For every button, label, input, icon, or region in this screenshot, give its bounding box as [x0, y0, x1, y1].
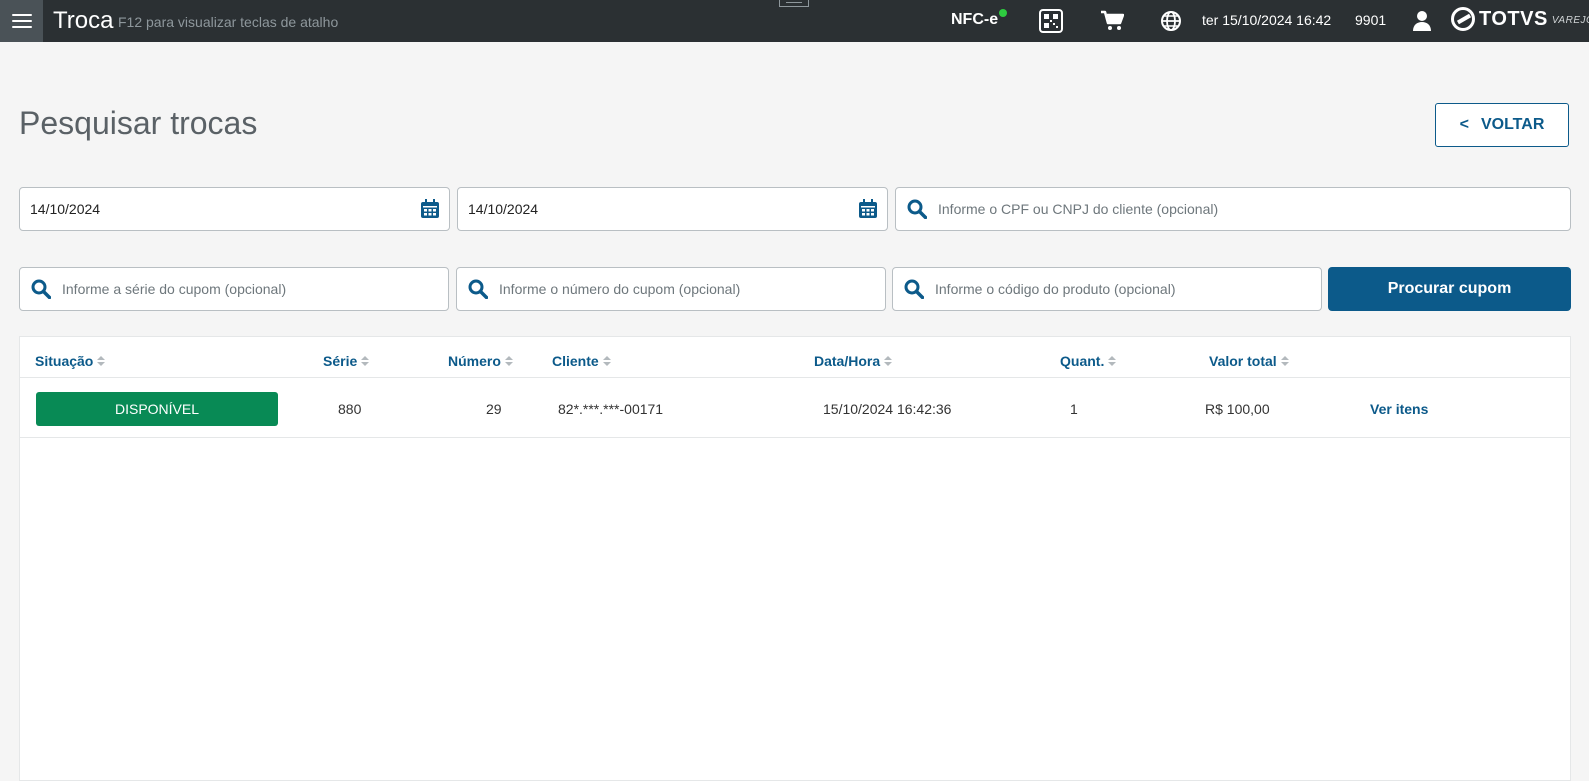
current-datetime: ter 15/10/2024 16:42 [1202, 12, 1332, 28]
date-start-field[interactable]: 14/10/2024 [19, 187, 450, 231]
search-coupon-button[interactable]: Procurar cupom [1328, 267, 1571, 311]
sort-icon [602, 356, 611, 366]
user-button[interactable] [1410, 9, 1434, 33]
back-button-label: VOLTAR [1480, 116, 1545, 133]
menu-button[interactable] [0, 0, 43, 42]
date-start-value: 14/10/2024 [30, 201, 101, 217]
brand-sub: VAREJO [1551, 14, 1589, 26]
cart-icon [1101, 10, 1124, 30]
sort-icon [1280, 356, 1289, 366]
column-header-situacao[interactable]: Situação [35, 353, 106, 369]
column-header-data-hora[interactable]: Data/Hora [814, 353, 893, 369]
column-header-label: Cliente [552, 353, 599, 369]
produto-placeholder: Informe o código do produto (opcional) [935, 281, 1176, 297]
cell-data-hora: 15/10/2024 16:42:36 [823, 401, 952, 417]
produto-input[interactable]: Informe o código do produto (opcional) [892, 267, 1322, 311]
serie-placeholder: Informe a série do cupom (opcional) [62, 281, 287, 297]
page-title: Pesquisar trocas [19, 105, 258, 141]
column-header-numero[interactable]: Número [448, 353, 513, 369]
search-icon [30, 278, 52, 300]
serie-input[interactable]: Informe a série do cupom (opcional) [19, 267, 449, 311]
date-end-field[interactable]: 14/10/2024 [457, 187, 888, 231]
cpf-cnpj-input[interactable]: Informe o CPF ou CNPJ do cliente (opcion… [895, 187, 1571, 231]
calendar-icon[interactable] [419, 198, 441, 220]
user-icon [1413, 11, 1431, 31]
calendar-icon[interactable] [857, 198, 879, 220]
globe-button[interactable] [1159, 9, 1183, 33]
nfce-label: NFC-e [951, 11, 999, 28]
date-end-value: 14/10/2024 [468, 201, 539, 217]
sort-icon [1108, 356, 1117, 366]
search-icon [906, 198, 928, 220]
search-icon [467, 278, 489, 300]
table-row: DISPONÍVEL 880 29 82*.***.***-00171 15/1… [20, 378, 1570, 438]
column-header-label: Data/Hora [814, 353, 881, 369]
sort-icon [97, 356, 106, 366]
totvs-logo-icon [1451, 7, 1475, 31]
column-header-label: Série [323, 353, 358, 369]
cell-numero: 29 [486, 401, 502, 417]
app-title: Troca [53, 7, 114, 34]
numero-placeholder: Informe o número do cupom (opcional) [499, 281, 741, 297]
cell-serie: 880 [338, 401, 362, 417]
search-icon [903, 278, 925, 300]
view-items-link[interactable]: Ver itens [1370, 401, 1428, 417]
cart-button[interactable] [1100, 9, 1124, 33]
top-bar: Troca F12 para visualizar teclas de atal… [0, 0, 1589, 42]
column-header-cliente[interactable]: Cliente [552, 353, 611, 369]
status-badge: DISPONÍVEL [36, 392, 278, 426]
qrcode-button[interactable] [1039, 9, 1063, 33]
menu-icon [11, 14, 32, 28]
results-table: Situação Série Número Cliente Data/Hora … [19, 336, 1571, 781]
column-header-label: Valor total [1209, 353, 1277, 369]
brand-name: TOTVS [1479, 7, 1548, 30]
column-header-label: Situação [35, 353, 94, 369]
back-button[interactable]: < VOLTAR [1435, 103, 1569, 147]
totvs-logo: TOTVS VAREJO [1451, 7, 1589, 31]
drag-handle[interactable] [779, 0, 809, 7]
chevron-left-icon: < [1459, 116, 1469, 133]
column-header-serie[interactable]: Série [323, 353, 370, 369]
nfce-status-dot [999, 9, 1007, 17]
sort-icon [361, 356, 370, 366]
cell-quantidade: 1 [1070, 401, 1078, 417]
sort-icon [504, 356, 513, 366]
numero-input[interactable]: Informe o número do cupom (opcional) [456, 267, 886, 311]
column-header-label: Número [448, 353, 501, 369]
cell-valor-total: R$ 100,00 [1205, 401, 1270, 417]
column-header-label: Quant. [1060, 353, 1105, 369]
sort-icon [884, 356, 893, 366]
column-header-quant[interactable]: Quant. [1060, 353, 1117, 369]
cell-cliente: 82*.***.***-00171 [558, 401, 664, 417]
cpf-cnpj-placeholder: Informe o CPF ou CNPJ do cliente (opcion… [938, 201, 1219, 217]
qrcode-icon [1039, 9, 1063, 33]
globe-icon [1161, 11, 1181, 31]
shortcut-hint: F12 para visualizar teclas de atalho [118, 14, 339, 30]
terminal-number: 9901 [1355, 12, 1387, 28]
column-header-valor-total[interactable]: Valor total [1209, 353, 1289, 369]
